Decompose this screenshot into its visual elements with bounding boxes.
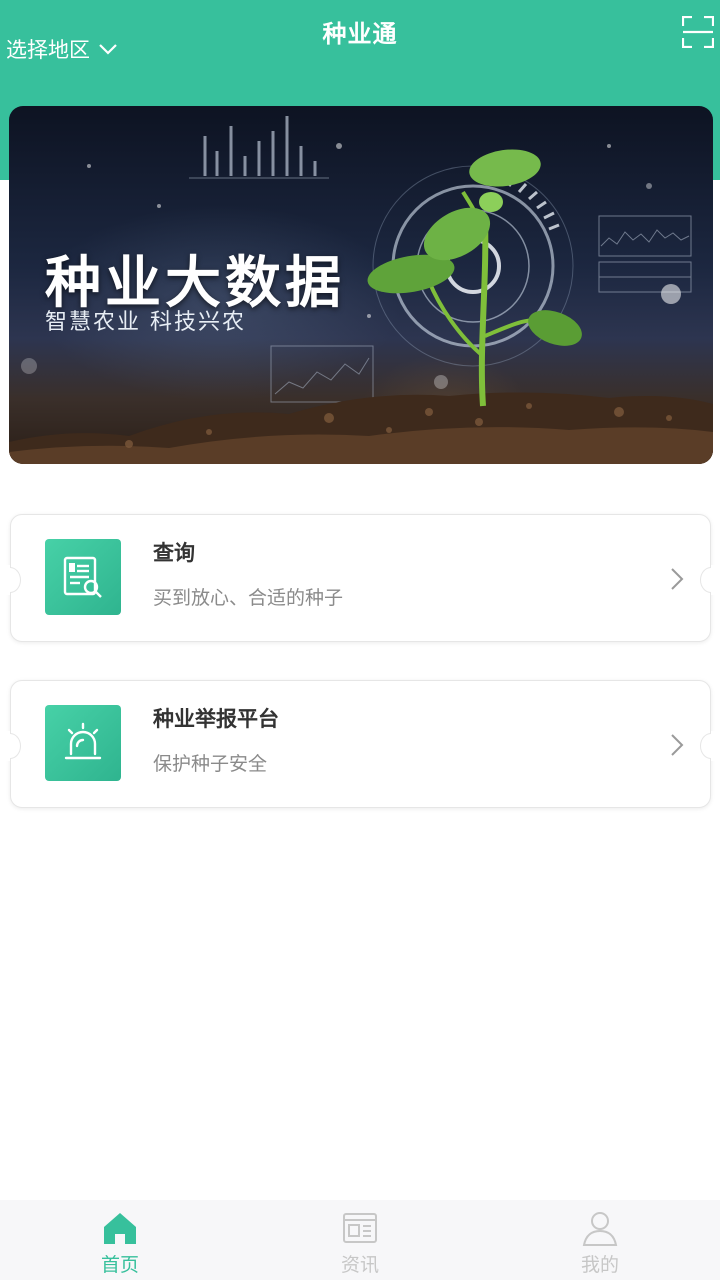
- chevron-down-icon: [99, 44, 117, 55]
- query-card-title: 查询: [153, 541, 195, 565]
- news-icon: [343, 1213, 377, 1243]
- chevron-right-icon: [671, 568, 684, 590]
- user-icon: [582, 1212, 618, 1246]
- tab-profile-label: 我的: [580, 1254, 619, 1276]
- tab-news-label: 资讯: [340, 1254, 379, 1276]
- tab-home[interactable]: 首页: [0, 1200, 240, 1280]
- home-icon: [104, 1213, 136, 1244]
- seed-search-icon: [45, 539, 121, 615]
- tab-home-label: 首页: [100, 1254, 139, 1276]
- chevron-right-icon: [671, 734, 684, 756]
- query-card-subtitle: 买到放心、合适的种子: [153, 587, 344, 609]
- report-platform-card[interactable]: 种业举报平台 保护种子安全: [0, 680, 720, 808]
- tab-profile[interactable]: 我的: [480, 1200, 720, 1280]
- tab-news[interactable]: 资讯: [240, 1200, 480, 1280]
- scan-icon[interactable]: [682, 16, 714, 48]
- report-card-subtitle: 保护种子安全: [153, 753, 268, 775]
- region-label: 选择地区: [6, 38, 90, 62]
- query-card[interactable]: 查询 买到放心、合适的种子: [0, 514, 720, 642]
- banner-subtitle: 智慧农业 科技兴农: [45, 310, 246, 335]
- bottom-tab-bar: 首页 资讯 我的: [0, 1200, 720, 1280]
- report-card-title: 种业举报平台: [153, 707, 279, 731]
- region-selector[interactable]: 选择地区: [6, 34, 118, 64]
- alarm-icon: [45, 705, 121, 781]
- banner-image[interactable]: 种业大数据 智慧农业 科技兴农: [9, 106, 713, 464]
